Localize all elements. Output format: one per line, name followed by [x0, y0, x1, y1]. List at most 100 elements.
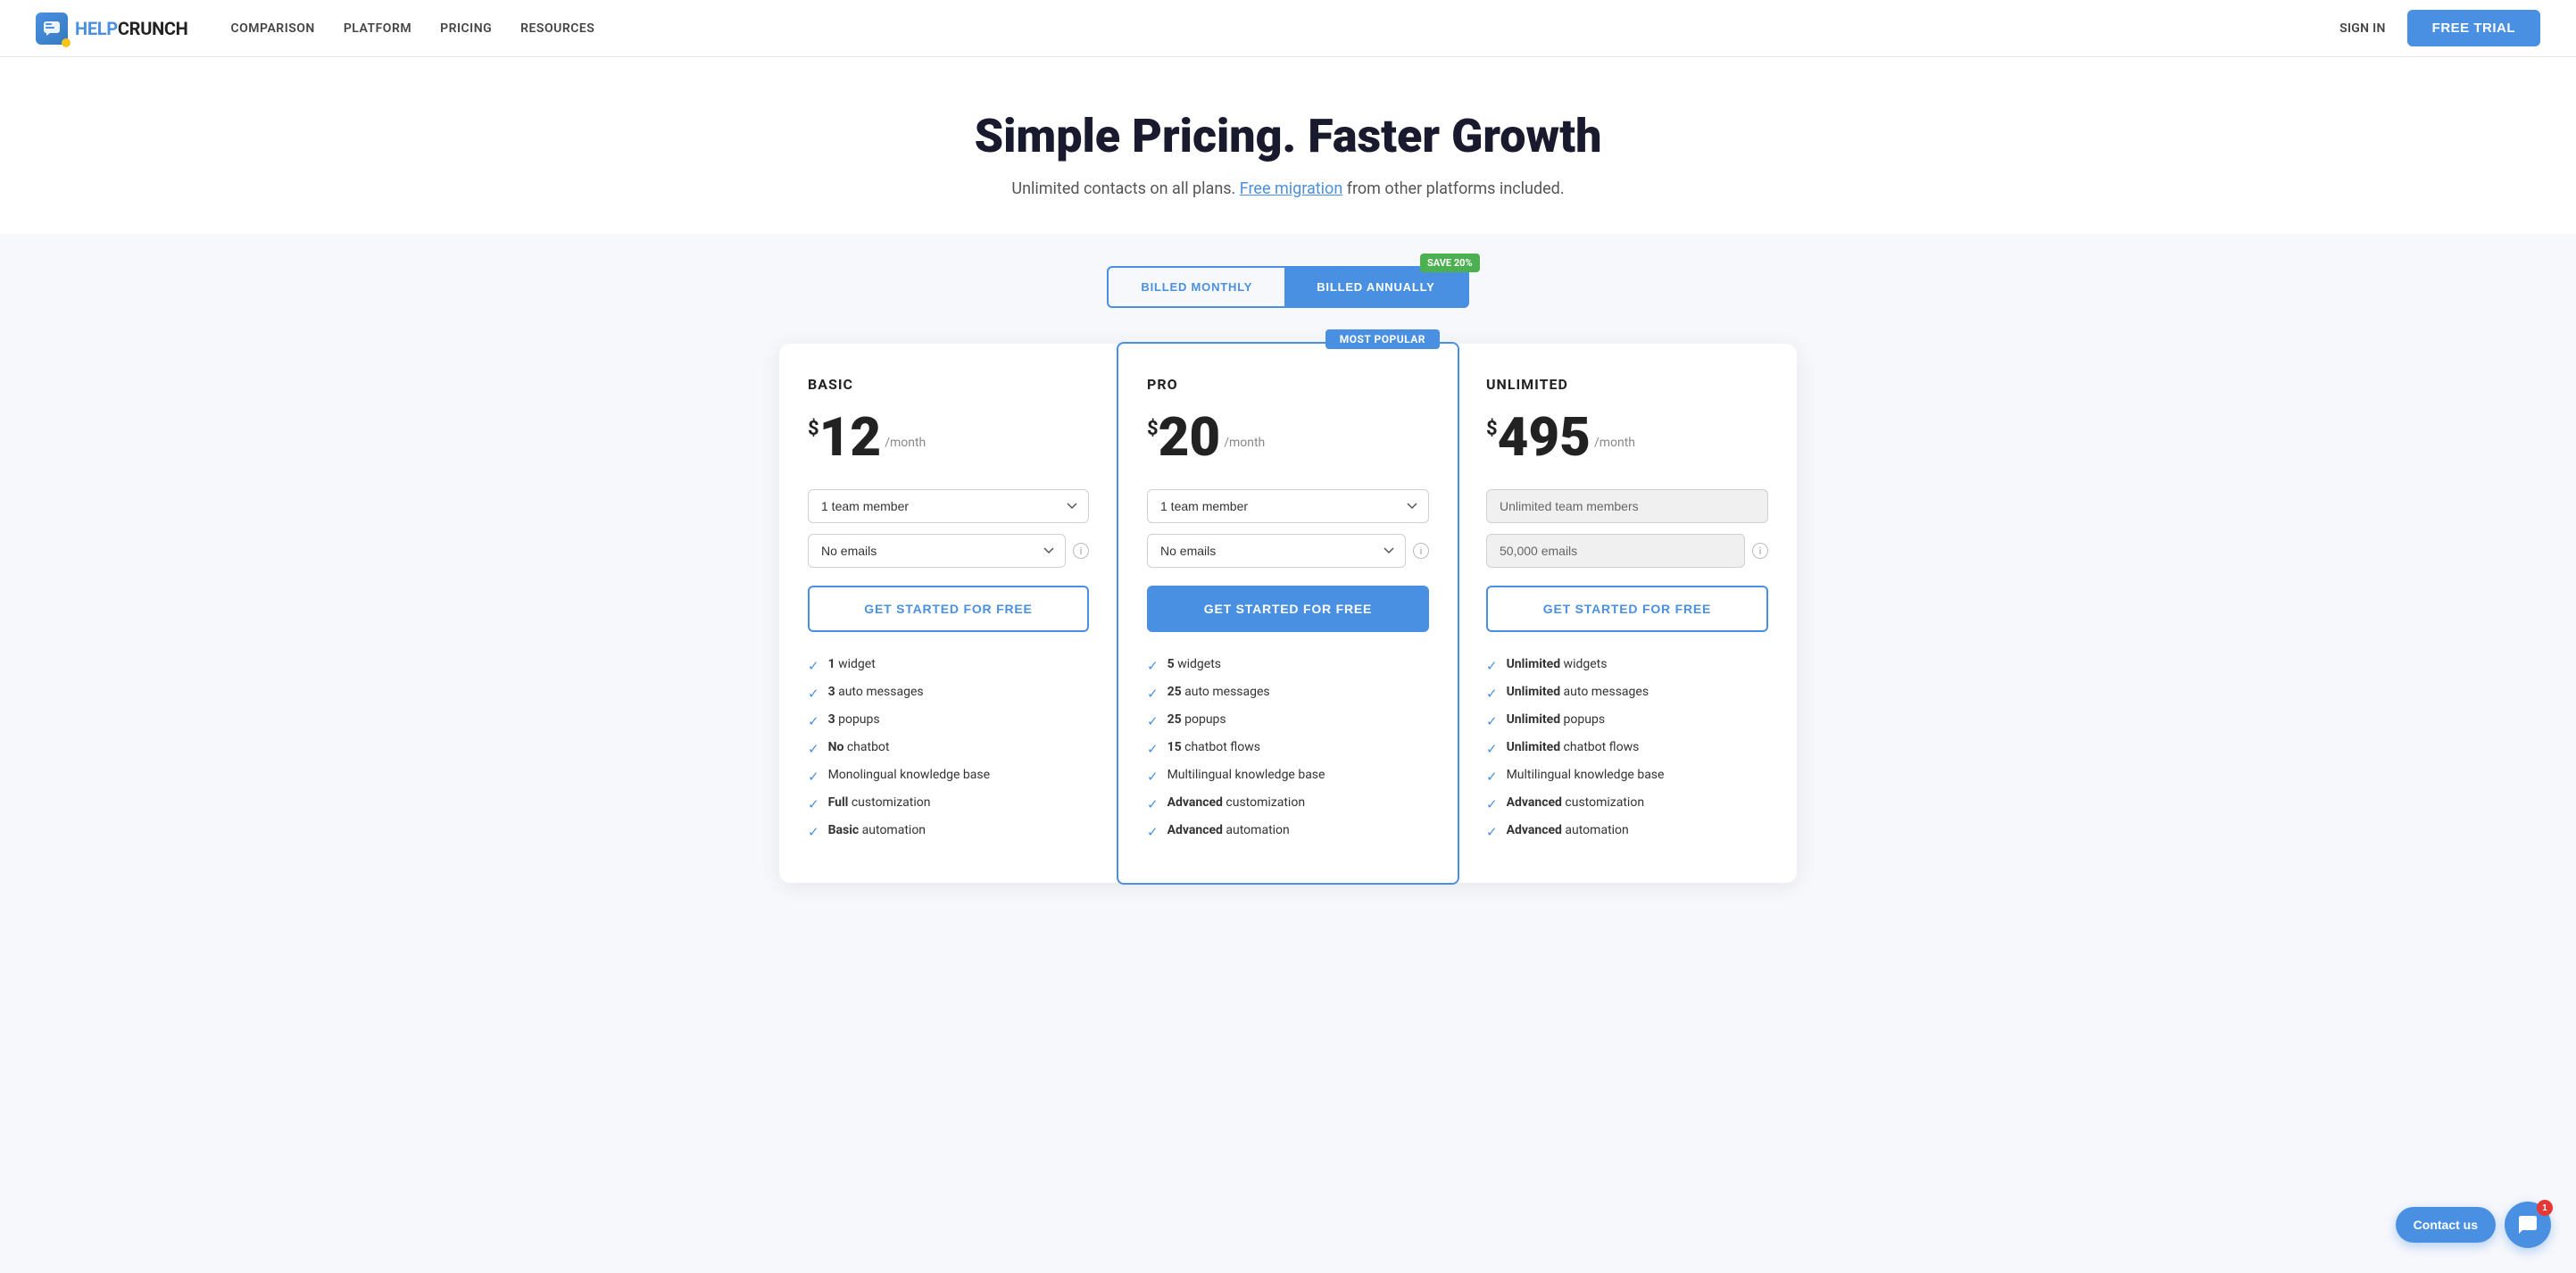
pro-price-amount: 20 — [1159, 411, 1221, 464]
list-item: ✓ 25 popups — [1147, 712, 1429, 729]
check-icon: ✓ — [1486, 713, 1498, 729]
check-icon: ✓ — [1147, 796, 1159, 812]
nav-resources[interactable]: RESOURCES — [520, 21, 594, 36]
list-item: ✓ Basic automation — [808, 823, 1089, 840]
list-item: ✓ Full customization — [808, 795, 1089, 812]
billing-annually-button[interactable]: BILLED ANNUALLY — [1284, 268, 1467, 306]
pro-cta-button[interactable]: GET STARTED FOR FREE — [1147, 586, 1429, 632]
nav-pricing[interactable]: PRICING — [440, 21, 492, 36]
basic-features: ✓ 1 widget ✓ 3 auto messages ✓ 3 popups … — [808, 657, 1089, 840]
pro-email-select[interactable]: No emails 500 emails 1,000 emails 5,000 … — [1147, 534, 1406, 568]
unlimited-price-amount: 495 — [1498, 411, 1591, 464]
free-trial-button[interactable]: FREE TRIAL — [2407, 10, 2540, 46]
basic-cta-button[interactable]: GET STARTED FOR FREE — [808, 586, 1089, 632]
check-icon: ✓ — [1147, 824, 1159, 840]
list-item: ✓ 3 auto messages — [808, 685, 1089, 702]
list-item: ✓ Advanced automation — [1147, 823, 1429, 840]
check-icon: ✓ — [808, 796, 819, 812]
unlimited-cta-button[interactable]: GET STARTED FOR FREE — [1486, 586, 1768, 632]
list-item: ✓ 5 widgets — [1147, 657, 1429, 674]
plans-section: BASIC $ 12 /month 1 team member 2 team m… — [0, 344, 2576, 936]
unlimited-price-period: /month — [1594, 436, 1635, 450]
list-item: ✓ Monolingual knowledge base — [808, 768, 1089, 785]
check-icon: ✓ — [808, 741, 819, 757]
chat-bubble-button[interactable]: 1 — [2505, 1202, 2551, 1248]
check-icon: ✓ — [1486, 796, 1498, 812]
contact-us-button[interactable]: Contact us — [2396, 1207, 2496, 1243]
check-icon: ✓ — [808, 713, 819, 729]
basic-team-member-select[interactable]: 1 team member 2 team members 3 team memb… — [808, 489, 1089, 523]
check-icon: ✓ — [808, 658, 819, 674]
check-icon: ✓ — [1147, 741, 1159, 757]
hero-section: Simple Pricing. Faster Growth Unlimited … — [0, 57, 2576, 234]
plan-basic: BASIC $ 12 /month 1 team member 2 team m… — [779, 344, 1118, 883]
list-item: ✓ Advanced automation — [1486, 823, 1768, 840]
basic-price-amount: 12 — [819, 411, 882, 464]
navbar-right: SIGN IN FREE TRIAL — [2339, 10, 2540, 46]
logo-text: HELPCRUNCH — [75, 18, 188, 39]
list-item: ✓ Multilingual knowledge base — [1147, 768, 1429, 785]
list-item: ✓ Unlimited popups — [1486, 712, 1768, 729]
list-item: ✓ Multilingual knowledge base — [1486, 768, 1768, 785]
check-icon: ✓ — [1486, 658, 1498, 674]
pro-plan-price: $ 20 /month — [1147, 411, 1429, 464]
check-icon: ✓ — [1486, 769, 1498, 785]
save-badge: SAVE 20% — [1420, 254, 1480, 272]
pro-email-row: No emails 500 emails 1,000 emails 5,000 … — [1147, 534, 1429, 568]
billing-monthly-button[interactable]: BILLED MONTHLY — [1109, 268, 1284, 306]
check-icon: ✓ — [1486, 824, 1498, 840]
chat-icon — [2517, 1214, 2539, 1236]
hero-subtitle: Unlimited contacts on all plans. Free mi… — [18, 179, 2558, 198]
pro-features: ✓ 5 widgets ✓ 25 auto messages ✓ 25 popu… — [1147, 657, 1429, 840]
list-item: ✓ No chatbot — [808, 740, 1089, 757]
notification-badge: 1 — [2537, 1200, 2553, 1216]
check-icon: ✓ — [808, 769, 819, 785]
list-item: ✓ 1 widget — [808, 657, 1089, 674]
plans-container: BASIC $ 12 /month 1 team member 2 team m… — [752, 344, 1824, 936]
check-icon: ✓ — [1147, 686, 1159, 702]
nav-comparison[interactable]: COMPARISON — [231, 21, 315, 36]
nav-platform[interactable]: PLATFORM — [344, 21, 411, 36]
navbar-left: HELPCRUNCH COMPARISON PLATFORM PRICING R… — [36, 12, 594, 45]
basic-email-row: No emails 500 emails 1,000 emails 2,500 … — [808, 534, 1089, 568]
list-item: ✓ Unlimited widgets — [1486, 657, 1768, 674]
logo-icon — [36, 12, 68, 45]
check-icon: ✓ — [1486, 686, 1498, 702]
unlimited-team-member-select[interactable]: Unlimited team members — [1486, 489, 1768, 523]
check-icon: ✓ — [1486, 741, 1498, 757]
navbar: HELPCRUNCH COMPARISON PLATFORM PRICING R… — [0, 0, 2576, 57]
basic-email-select[interactable]: No emails 500 emails 1,000 emails 2,500 … — [808, 534, 1066, 568]
pro-team-member-select[interactable]: 1 team member 2 team members 5 team memb… — [1147, 489, 1429, 523]
check-icon: ✓ — [1147, 658, 1159, 674]
list-item: ✓ Advanced customization — [1147, 795, 1429, 812]
plans-grid: BASIC $ 12 /month 1 team member 2 team m… — [779, 344, 1797, 883]
plan-pro: MOST POPULAR PRO $ 20 /month 1 team memb… — [1117, 342, 1459, 885]
check-icon: ✓ — [1147, 713, 1159, 729]
unlimited-plan-name: UNLIMITED — [1486, 376, 1768, 393]
list-item: ✓ 3 popups — [808, 712, 1089, 729]
billing-toggle-wrapper: BILLED MONTHLY BILLED ANNUALLY SAVE 20% — [0, 266, 2576, 308]
check-icon: ✓ — [1147, 769, 1159, 785]
list-item: ✓ Unlimited auto messages — [1486, 685, 1768, 702]
pro-price-dollar: $ — [1147, 418, 1159, 440]
chat-widget: Contact us 1 — [2396, 1202, 2551, 1248]
pro-email-info-icon[interactable]: i — [1413, 543, 1429, 559]
sign-in-link[interactable]: SIGN IN — [2339, 21, 2386, 36]
unlimited-email-info-icon[interactable]: i — [1752, 543, 1768, 559]
basic-price-period: /month — [885, 436, 926, 450]
nav-links: COMPARISON PLATFORM PRICING RESOURCES — [231, 21, 595, 36]
check-icon: ✓ — [808, 824, 819, 840]
basic-plan-name: BASIC — [808, 376, 1089, 393]
unlimited-price-dollar: $ — [1486, 418, 1498, 440]
unlimited-email-row: 50,000 emails 100,000 emails 200,000 ema… — [1486, 534, 1768, 568]
check-icon: ✓ — [808, 686, 819, 702]
basic-email-info-icon[interactable]: i — [1073, 543, 1089, 559]
free-migration-link[interactable]: Free migration — [1240, 179, 1343, 198]
list-item: ✓ 15 chatbot flows — [1147, 740, 1429, 757]
logo[interactable]: HELPCRUNCH — [36, 12, 188, 45]
hero-title: Simple Pricing. Faster Growth — [18, 111, 2558, 162]
basic-plan-price: $ 12 /month — [808, 411, 1089, 464]
pro-plan-name: PRO — [1147, 376, 1429, 393]
list-item: ✓ Unlimited chatbot flows — [1486, 740, 1768, 757]
unlimited-email-select[interactable]: 50,000 emails 100,000 emails 200,000 ema… — [1486, 534, 1745, 568]
